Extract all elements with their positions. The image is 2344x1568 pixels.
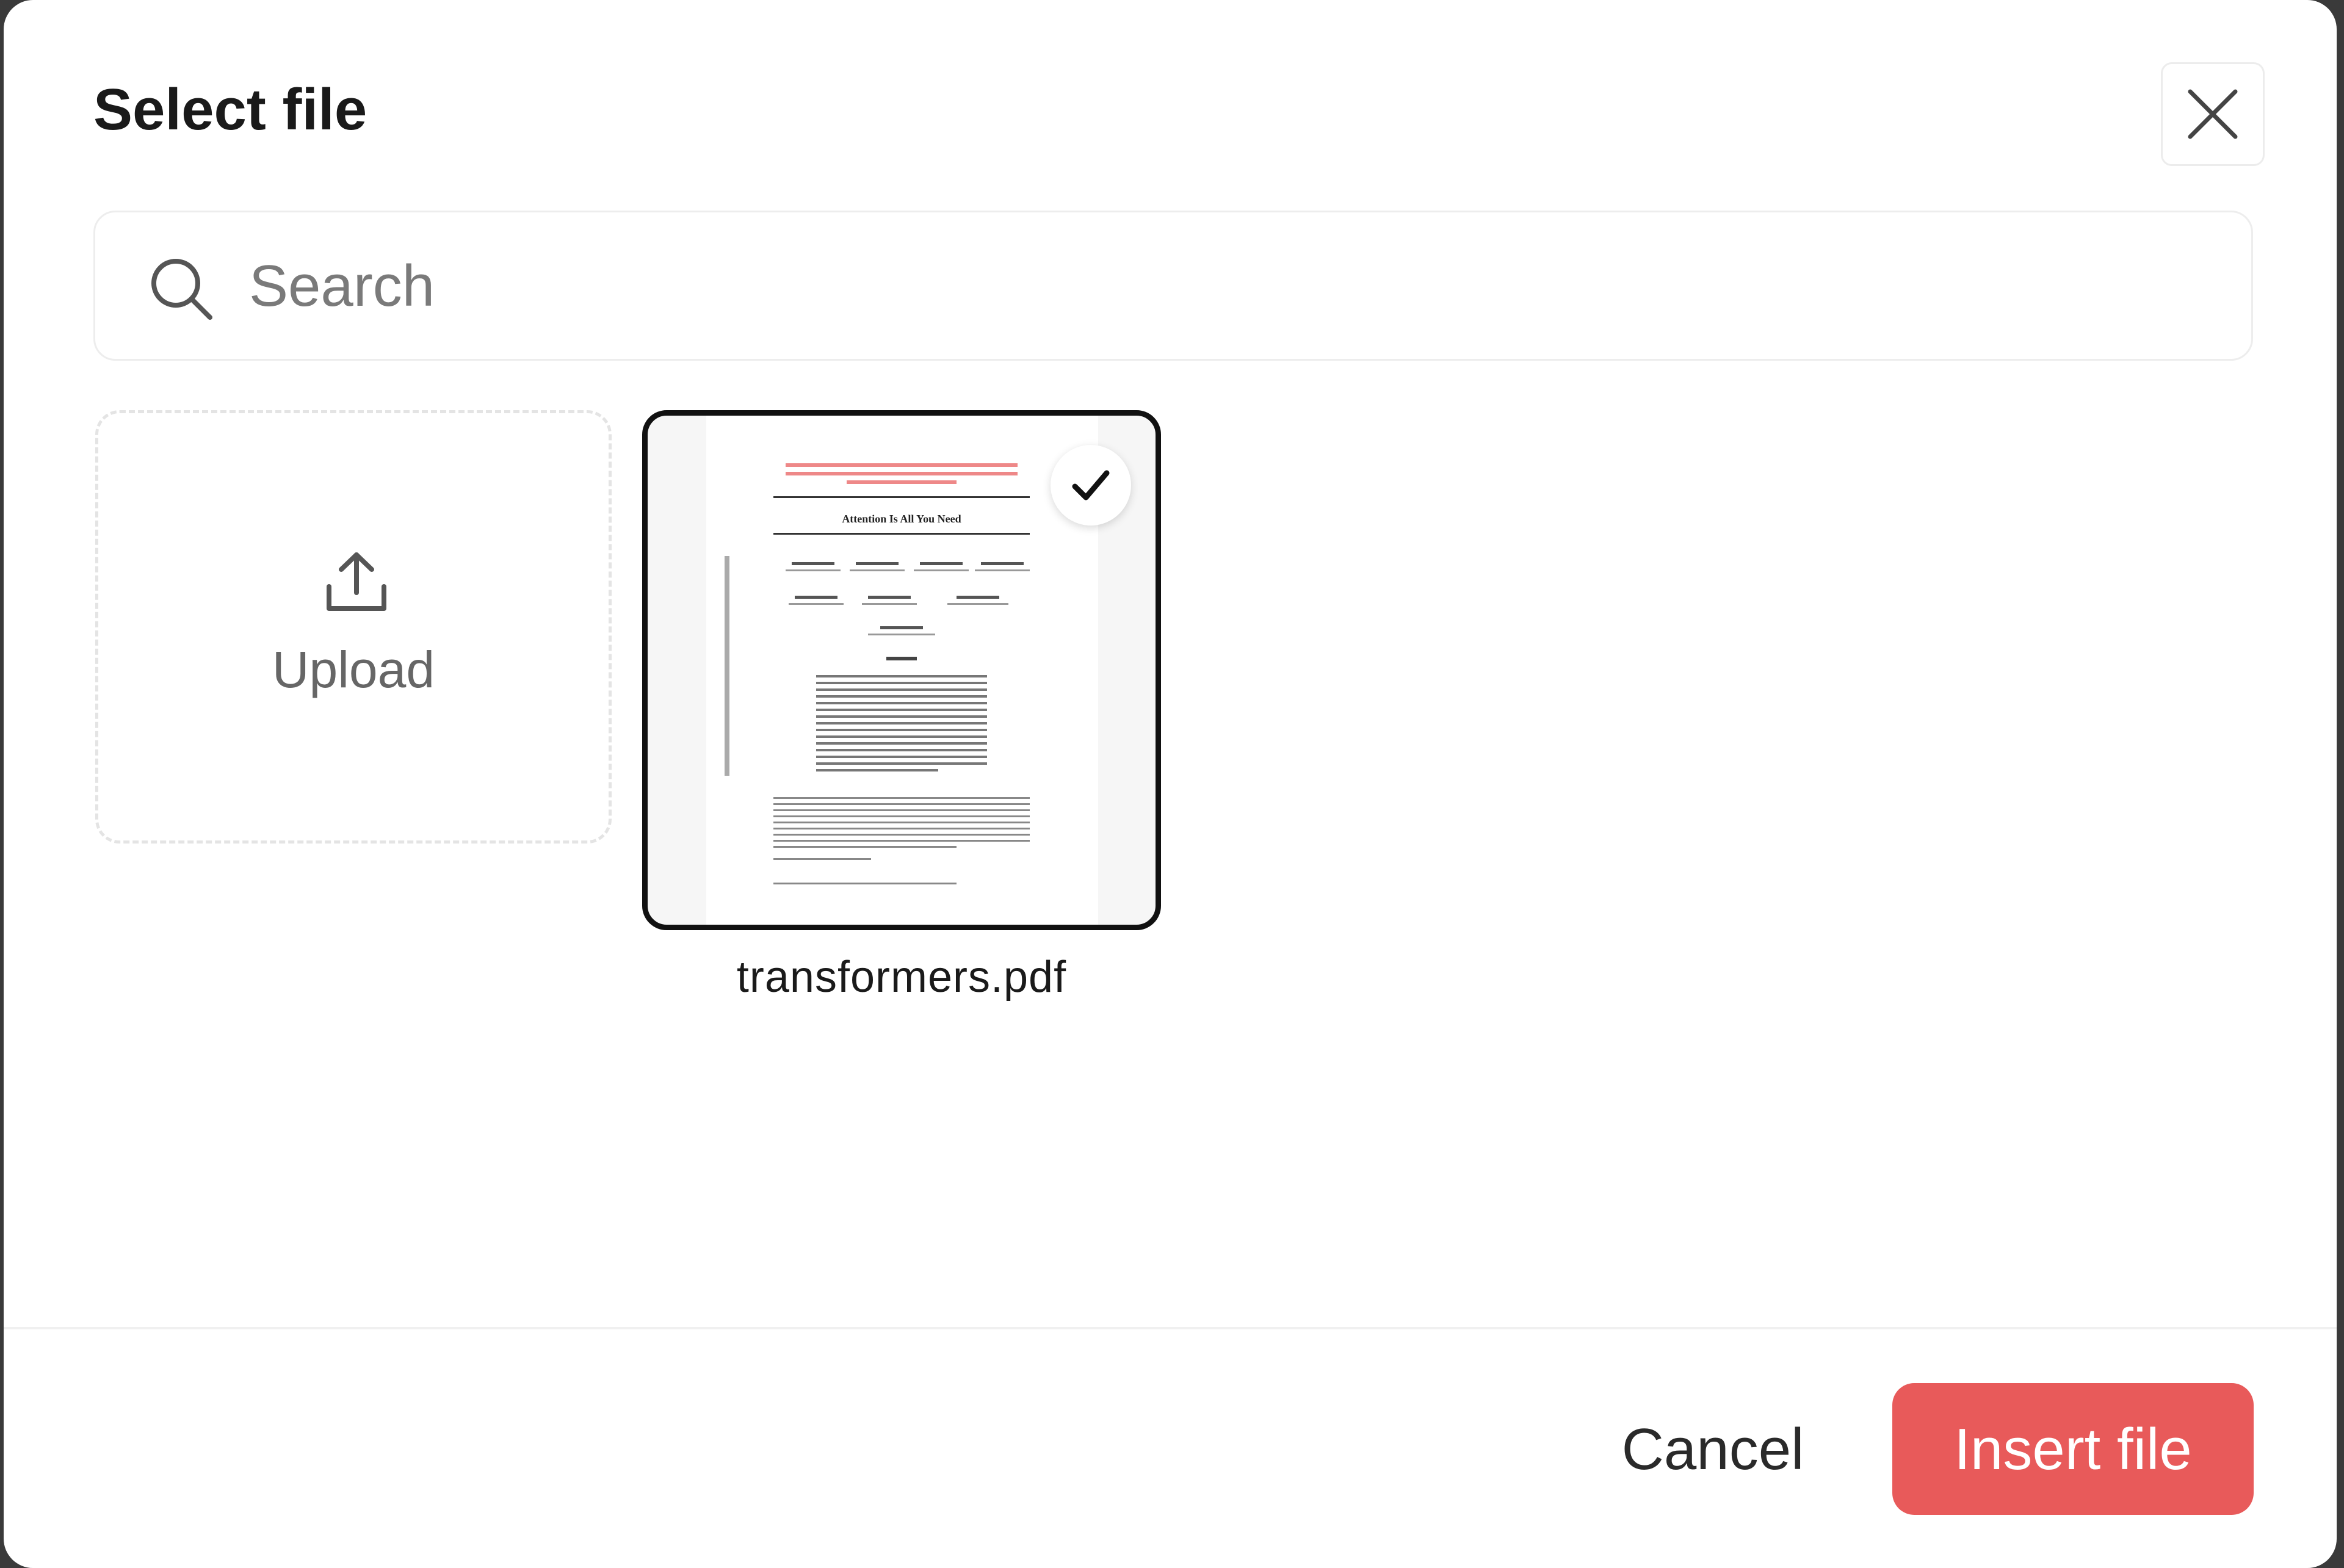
dialog-title: Select file (93, 77, 367, 142)
file-tile[interactable]: Attention Is All You Need (642, 410, 1161, 930)
selected-badge (1051, 445, 1131, 526)
cancel-button[interactable]: Cancel (1591, 1383, 1835, 1515)
insert-file-button[interactable]: Insert file (1892, 1383, 2254, 1515)
check-icon (1072, 470, 1110, 500)
search-input[interactable] (248, 237, 2204, 336)
upload-icon (327, 552, 386, 611)
pdf-thumbnail: Attention Is All You Need (706, 416, 1098, 925)
close-button[interactable] (2161, 62, 2265, 166)
thumbnail-title: Attention Is All You Need (842, 513, 961, 525)
footer-divider (4, 1327, 2337, 1329)
upload-tile[interactable]: Upload (95, 410, 612, 844)
search-box (93, 211, 2253, 361)
select-file-dialog: Select file Upload (4, 0, 2337, 1568)
close-icon (2188, 89, 2238, 139)
upload-label: Upload (272, 641, 435, 698)
search-icon (151, 259, 212, 320)
pdf-page-preview: Attention Is All You Need (725, 463, 1030, 884)
file-name: transformers.pdf (736, 953, 1067, 1002)
